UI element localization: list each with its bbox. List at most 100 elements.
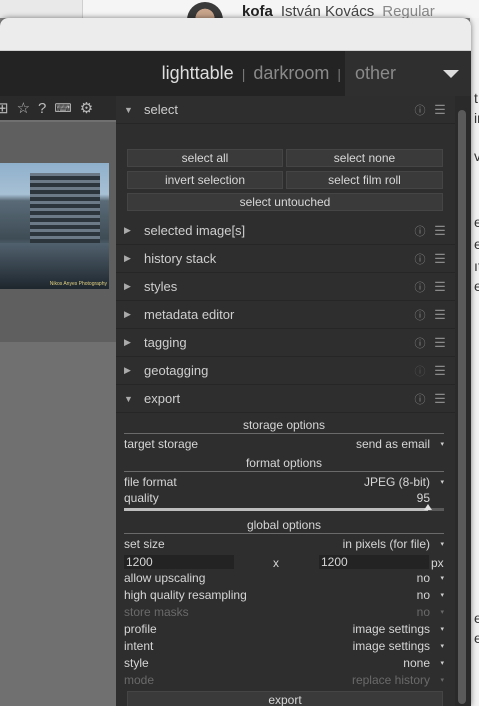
reset-icon[interactable]: ⓘ (411, 279, 429, 295)
hq-resampling-label: high quality resampling (124, 587, 247, 602)
module-tagging-header[interactable]: ▶ tagging ⓘ ☰ (116, 329, 455, 357)
module-export-header[interactable]: ▼ export ⓘ ☰ (116, 385, 455, 413)
quality-label: quality (124, 490, 159, 505)
presets-icon[interactable]: ☰ (429, 223, 451, 239)
background-page-edge: t ir v e, e ıt e e. e (470, 18, 479, 706)
module-history-stack-header[interactable]: ▶ history stack ⓘ ☰ (116, 245, 455, 273)
height-input[interactable]: 1200 (319, 555, 429, 569)
view-lighttable[interactable]: lighttable (154, 63, 242, 84)
star-icon[interactable]: ☆ (17, 99, 30, 117)
lighttable-toolbar: ⊞ ☆ ? ⌨ ⚙ (0, 96, 116, 120)
profile-label: profile (124, 621, 157, 636)
presets-icon[interactable]: ☰ (429, 391, 451, 407)
collapse-arrow-icon: ▶ (124, 309, 131, 319)
module-title: select (144, 102, 178, 117)
module-styles-header[interactable]: ▶ styles ⓘ ☰ (116, 273, 455, 301)
center-view: ⊞ ☆ ? ⌨ ⚙ Nikos Anyes Photography (0, 96, 116, 706)
storage-options-section: storage options (124, 418, 444, 434)
collapse-arrow-icon: ▶ (124, 253, 131, 263)
dropdown-icon: ▾ (440, 540, 444, 548)
reset-icon[interactable]: ⓘ (411, 363, 429, 379)
quality-value: 95 (416, 490, 430, 505)
reset-icon[interactable]: ⓘ (411, 251, 429, 267)
presets-icon[interactable]: ☰ (429, 307, 451, 323)
set-size-combobox[interactable]: set size in pixels (for file) ▾ (124, 535, 444, 552)
allow-upscaling-combobox[interactable]: allow upscaling no ▾ (124, 569, 444, 586)
invert-selection-button[interactable]: invert selection (127, 171, 283, 189)
filemanager-area: Nikos Anyes Photography (0, 122, 116, 342)
right-panel-scrollbar[interactable] (455, 96, 471, 706)
target-storage-combobox[interactable]: target storage send as email ▾ (124, 435, 444, 452)
presets-icon[interactable]: ☰ (429, 102, 451, 118)
view-other-dropdown[interactable]: other (345, 51, 471, 96)
gear-icon[interactable]: ⚙ (80, 99, 93, 117)
module-geotagging-header[interactable]: ▶ geotagging ⓘ ☰ (116, 357, 455, 385)
mode-combobox: mode replace history ▾ (124, 671, 444, 688)
select-none-button[interactable]: select none (286, 149, 443, 167)
profile-value: image settings (352, 621, 430, 636)
store-masks-label: store masks (124, 604, 189, 619)
store-masks-value: no (416, 604, 430, 619)
reset-icon[interactable]: ⓘ (411, 391, 429, 407)
collapse-arrow-icon: ▶ (124, 281, 131, 291)
slider-fill (124, 508, 428, 511)
grid-icon[interactable]: ⊞ (0, 99, 9, 117)
select-untouched-button[interactable]: select untouched (127, 193, 443, 211)
presets-icon[interactable]: ☰ (429, 251, 451, 267)
module-title: history stack (144, 251, 217, 266)
intent-combobox[interactable]: intent image settings ▾ (124, 637, 444, 654)
dropdown-icon: ▾ (440, 440, 444, 448)
dropdown-icon: ▾ (440, 642, 444, 650)
hq-resampling-combobox[interactable]: high quality resampling no ▾ (124, 586, 444, 603)
image-thumbnail[interactable]: Nikos Anyes Photography (0, 163, 109, 289)
allow-upscaling-value: no (416, 570, 430, 585)
select-all-button[interactable]: select all (127, 149, 283, 167)
bg-letter: v (474, 148, 479, 164)
width-input[interactable]: 1200 (124, 555, 234, 569)
title-bar[interactable] (0, 18, 471, 51)
reset-icon[interactable]: ⓘ (411, 223, 429, 239)
bg-letter: e (474, 236, 479, 252)
keyboard-icon[interactable]: ⌨ (54, 101, 71, 115)
help-icon[interactable]: ? (38, 100, 46, 117)
collapse-arrow-icon: ▶ (124, 365, 131, 375)
file-format-combobox[interactable]: file format JPEG (8-bit) ▾ (124, 473, 444, 490)
dropdown-icon: ▾ (440, 625, 444, 633)
intent-label: intent (124, 638, 154, 653)
module-title: selected image[s] (144, 223, 246, 238)
view-darkroom[interactable]: darkroom (245, 63, 337, 84)
store-masks-combobox: store masks no ▾ (124, 603, 444, 620)
reset-icon[interactable]: ⓘ (411, 307, 429, 323)
scrollbar-thumb[interactable] (458, 110, 466, 704)
module-select-header[interactable]: ▼ select ⓘ ☰ (116, 96, 455, 124)
view-switcher-bar: lighttable | darkroom | other (0, 51, 471, 96)
global-options-section: global options (124, 518, 444, 534)
module-selected-images-header[interactable]: ▶ selected image[s] ⓘ ☰ (116, 217, 455, 245)
darktable-window: lighttable | darkroom | other ⊞ ☆ ? ⌨ ⚙ … (0, 18, 471, 706)
reset-icon[interactable]: ⓘ (411, 335, 429, 351)
dropdown-icon: ▾ (440, 676, 444, 684)
select-film-roll-button[interactable]: select film roll (286, 171, 443, 189)
thumbnail-watermark: Nikos Anyes Photography (49, 281, 107, 287)
style-label: style (124, 655, 149, 670)
dropdown-icon: ▾ (440, 659, 444, 667)
slider-knob[interactable] (424, 504, 432, 510)
separator: | (337, 65, 341, 82)
style-combobox[interactable]: style none ▾ (124, 654, 444, 671)
reset-icon[interactable]: ⓘ (411, 102, 429, 118)
background-sidebar (0, 0, 83, 18)
dropdown-icon: ▾ (440, 591, 444, 599)
thumbnail-building (30, 173, 100, 243)
expand-arrow-icon: ▼ (124, 104, 133, 115)
quality-slider[interactable] (124, 504, 444, 516)
module-metadata-editor-header[interactable]: ▶ metadata editor ⓘ ☰ (116, 301, 455, 329)
export-button[interactable]: export (127, 691, 443, 706)
dropdown-icon: ▾ (440, 574, 444, 582)
presets-icon[interactable]: ☰ (429, 279, 451, 295)
right-panel: ▼ select ⓘ ☰ select all select none inve… (116, 96, 455, 706)
presets-icon[interactable]: ☰ (429, 335, 451, 351)
mode-value: replace history (351, 672, 430, 687)
profile-combobox[interactable]: profile image settings ▾ (124, 620, 444, 637)
presets-icon[interactable]: ☰ (429, 363, 451, 379)
set-size-value: in pixels (for file) (342, 536, 430, 551)
